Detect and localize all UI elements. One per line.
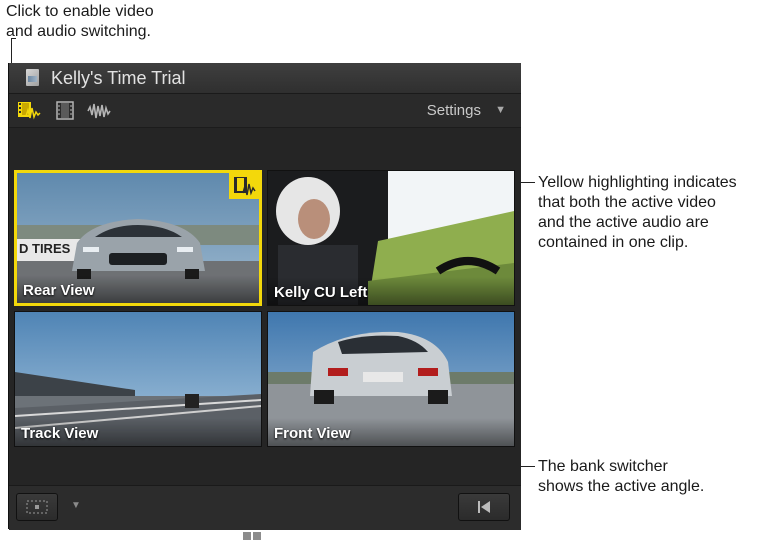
video-only-switch-icon[interactable] bbox=[56, 101, 74, 121]
video-and-audio-badge-icon bbox=[229, 173, 259, 199]
audio-only-switch-icon[interactable] bbox=[87, 101, 111, 121]
settings-menu[interactable]: Settings bbox=[427, 102, 481, 119]
angle-tile-front-view[interactable]: Front View bbox=[267, 311, 515, 447]
event-clip-icon bbox=[26, 69, 39, 86]
viewer-toolbar: Settings ▼ bbox=[9, 94, 521, 128]
skip-back-icon bbox=[478, 501, 490, 513]
timecode-display-button[interactable] bbox=[16, 493, 58, 521]
clip-range-icon bbox=[26, 500, 48, 514]
callout-bank-switcher: The bank switcher shows the active angle… bbox=[538, 457, 704, 497]
angle-tile-kelly-cu-left[interactable]: Kelly CU Left bbox=[267, 170, 515, 306]
callout-yellow-highlight-line4: contained in one clip. bbox=[538, 234, 689, 251]
viewer-bottom-bar: ▼ bbox=[9, 485, 521, 530]
chevron-down-icon[interactable]: ▼ bbox=[495, 104, 506, 116]
angle-label-kelly-cu-left: Kelly CU Left bbox=[274, 284, 368, 301]
callout-yellow-highlight: Yellow highlighting indicates that both … bbox=[538, 173, 737, 253]
video-and-audio-switch-icon[interactable] bbox=[17, 101, 41, 121]
callout-bank-switcher-line2: shows the active angle. bbox=[538, 478, 705, 495]
callout-bank-switcher-line1: The bank switcher bbox=[538, 458, 668, 475]
angle-tile-rear-view[interactable]: D TIRES Rear View bbox=[14, 170, 262, 306]
chevron-down-icon[interactable]: ▼ bbox=[71, 500, 81, 511]
angle-label-track-view: Track View bbox=[21, 425, 99, 442]
viewer-title: Kelly's Time Trial bbox=[51, 68, 186, 88]
callout-yellow-highlight-line2: that both the active video bbox=[538, 194, 716, 211]
callout-enable-switching-leader-tick bbox=[11, 38, 16, 39]
callout-yellow-highlight-line1: Yellow highlighting indicates bbox=[538, 174, 737, 191]
callout-yellow-highlight-line3: and the active audio are bbox=[538, 214, 709, 231]
angle-label-rear-view: Rear View bbox=[23, 282, 95, 299]
viewer-title-bar: Kelly's Time Trial bbox=[9, 63, 521, 94]
callout-enable-switching: Click to enable video and audio switchin… bbox=[6, 2, 154, 42]
angle-grid: D TIRES Rear View Kelly CU Left Track Vi… bbox=[9, 128, 521, 540]
svg-text:D TIRES: D TIRES bbox=[19, 241, 71, 256]
bank-cell bbox=[253, 532, 261, 540]
callout-enable-switching-line1: Click to enable video bbox=[6, 3, 154, 20]
bank-cell bbox=[243, 532, 251, 540]
go-to-start-button[interactable] bbox=[458, 493, 510, 521]
angle-label-front-view: Front View bbox=[274, 425, 351, 442]
angle-viewer: Kelly's Time Trial Settings ▼ D TIRES Re… bbox=[8, 63, 521, 540]
callout-enable-switching-line2: and audio switching. bbox=[6, 23, 151, 40]
angle-tile-track-view[interactable]: Track View bbox=[14, 311, 262, 447]
